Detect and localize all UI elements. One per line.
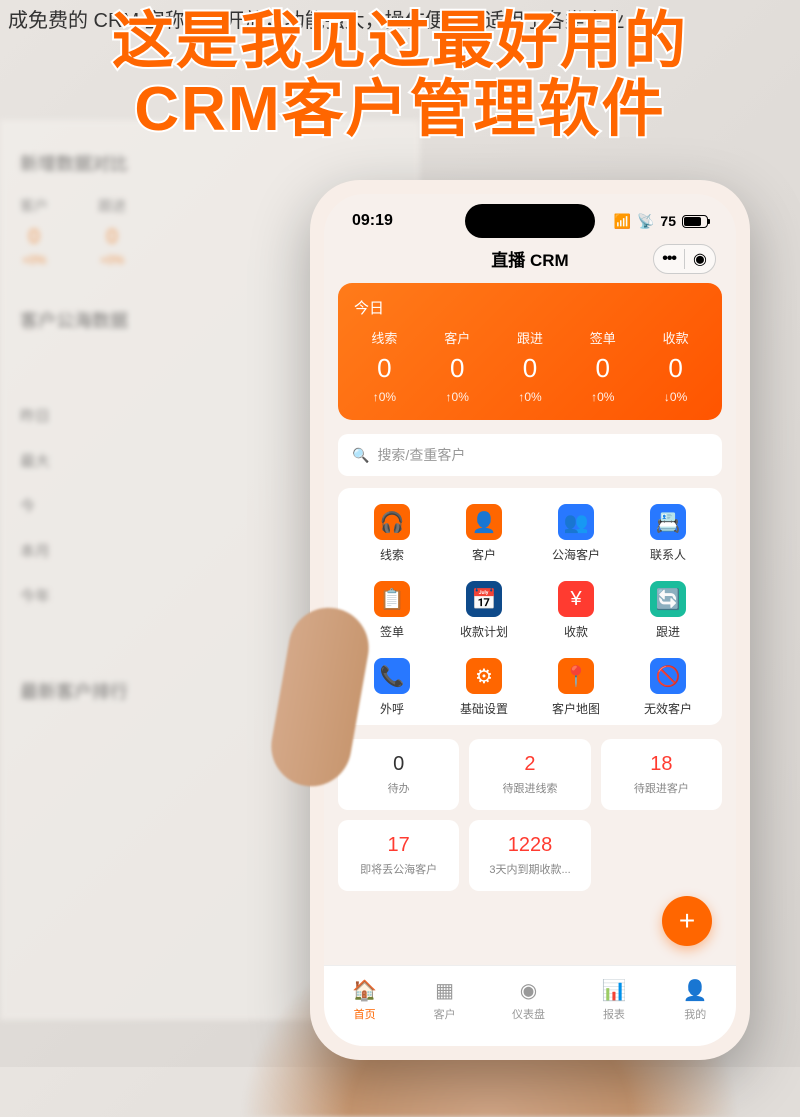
收款-icon: ¥ — [558, 581, 594, 617]
data-cards-row1: 0 待办2 待跟进线索18 待跟进客户 — [338, 739, 722, 810]
function-无效客户[interactable]: 🚫 无效客户 — [622, 658, 714, 717]
wifi-icon: 📡 — [637, 213, 654, 230]
search-placeholder: 搜索/查重客户 — [377, 445, 465, 465]
signal-icon: 📶 — [614, 213, 631, 230]
function-联系人[interactable]: 📇 联系人 — [622, 504, 714, 563]
battery-pct: 75 — [660, 213, 676, 229]
close-miniprogram-icon[interactable]: ◉ — [684, 249, 707, 269]
stat-item[interactable]: 收款 0 ↓0% — [639, 328, 712, 404]
battery-icon — [682, 215, 708, 228]
nav-仪表盘[interactable]: ◉ 仪表盘 — [512, 978, 545, 1022]
phone-notch — [465, 204, 595, 238]
联系人-icon: 📇 — [650, 504, 686, 540]
线索-icon: 🎧 — [374, 504, 410, 540]
phone-screen: 09:19 📶 📡 75 直播 CRM ••• ◉ 今日 线索 0 ↑0%客户 … — [324, 194, 736, 1046]
data-card[interactable]: 1228 3天内到期收款... — [469, 820, 590, 891]
nav-客户[interactable]: ▦ 客户 — [434, 978, 456, 1022]
miniprogram-controls[interactable]: ••• ◉ — [653, 244, 716, 274]
外呼-icon: 📞 — [374, 658, 410, 694]
客户-icon: 👤 — [466, 504, 502, 540]
today-stats-card: 今日 线索 0 ↑0%客户 0 ↑0%跟进 0 ↑0%签单 0 ↑0%收款 0 … — [338, 283, 722, 420]
客户-icon: ▦ — [435, 978, 454, 1003]
headline: 这是我见过最好用的 CRM客户管理软件 — [0, 8, 800, 144]
add-button[interactable]: + — [662, 896, 712, 946]
stat-item[interactable]: 签单 0 ↑0% — [566, 328, 639, 404]
function-客户地图[interactable]: 📍 客户地图 — [530, 658, 622, 717]
报表-icon: 📊 — [601, 978, 626, 1003]
function-grid: 🎧 线索👤 客户👥 公海客户📇 联系人📋 签单📅 收款计划¥ 收款🔄 跟进📞 外… — [338, 488, 722, 725]
基础设置-icon: ⚙ — [466, 658, 502, 694]
function-收款计划[interactable]: 📅 收款计划 — [438, 581, 530, 640]
stat-item[interactable]: 线索 0 ↑0% — [348, 328, 421, 404]
function-基础设置[interactable]: ⚙ 基础设置 — [438, 658, 530, 717]
function-客户[interactable]: 👤 客户 — [438, 504, 530, 563]
search-input[interactable]: 🔍 搜索/查重客户 — [338, 434, 722, 476]
nav-我的[interactable]: 👤 我的 — [683, 978, 708, 1022]
stat-item[interactable]: 跟进 0 ↑0% — [494, 328, 567, 404]
无效客户-icon: 🚫 — [650, 658, 686, 694]
status-time: 09:19 — [352, 212, 393, 230]
app-header: 直播 CRM ••• ◉ — [324, 238, 736, 283]
data-cards-row2: 17 即将丢公海客户1228 3天内到期收款... — [338, 820, 722, 891]
nav-报表[interactable]: 📊 报表 — [601, 978, 626, 1022]
desktop-section-title: 新增数据对比 — [20, 150, 400, 176]
跟进-icon: 🔄 — [650, 581, 686, 617]
function-线索[interactable]: 🎧 线索 — [346, 504, 438, 563]
app-title: 直播 CRM — [491, 246, 568, 271]
签单-icon: 📋 — [374, 581, 410, 617]
nav-首页[interactable]: 🏠 首页 — [352, 978, 377, 1022]
bottom-nav: 🏠 首页 ▦ 客户 ◉ 仪表盘 📊 报表 👤 我的 — [324, 965, 736, 1046]
我的-icon: 👤 — [683, 978, 708, 1003]
仪表盘-icon: ◉ — [520, 978, 537, 1003]
收款计划-icon: 📅 — [466, 581, 502, 617]
phone-frame: 09:19 📶 📡 75 直播 CRM ••• ◉ 今日 线索 0 ↑0%客户 … — [310, 180, 750, 1060]
data-card[interactable]: 0 待办 — [338, 739, 459, 810]
function-跟进[interactable]: 🔄 跟进 — [622, 581, 714, 640]
首页-icon: 🏠 — [352, 978, 377, 1003]
客户地图-icon: 📍 — [558, 658, 594, 694]
today-label[interactable]: 今日 — [348, 297, 712, 318]
function-收款[interactable]: ¥ 收款 — [530, 581, 622, 640]
data-card[interactable]: 2 待跟进线索 — [469, 739, 590, 810]
function-公海客户[interactable]: 👥 公海客户 — [530, 504, 622, 563]
stat-item[interactable]: 客户 0 ↑0% — [421, 328, 494, 404]
公海客户-icon: 👥 — [558, 504, 594, 540]
more-icon[interactable]: ••• — [662, 250, 676, 268]
data-card[interactable]: 18 待跟进客户 — [601, 739, 722, 810]
search-icon: 🔍 — [352, 447, 369, 464]
data-card[interactable]: 17 即将丢公海客户 — [338, 820, 459, 891]
plus-icon: + — [679, 905, 695, 937]
